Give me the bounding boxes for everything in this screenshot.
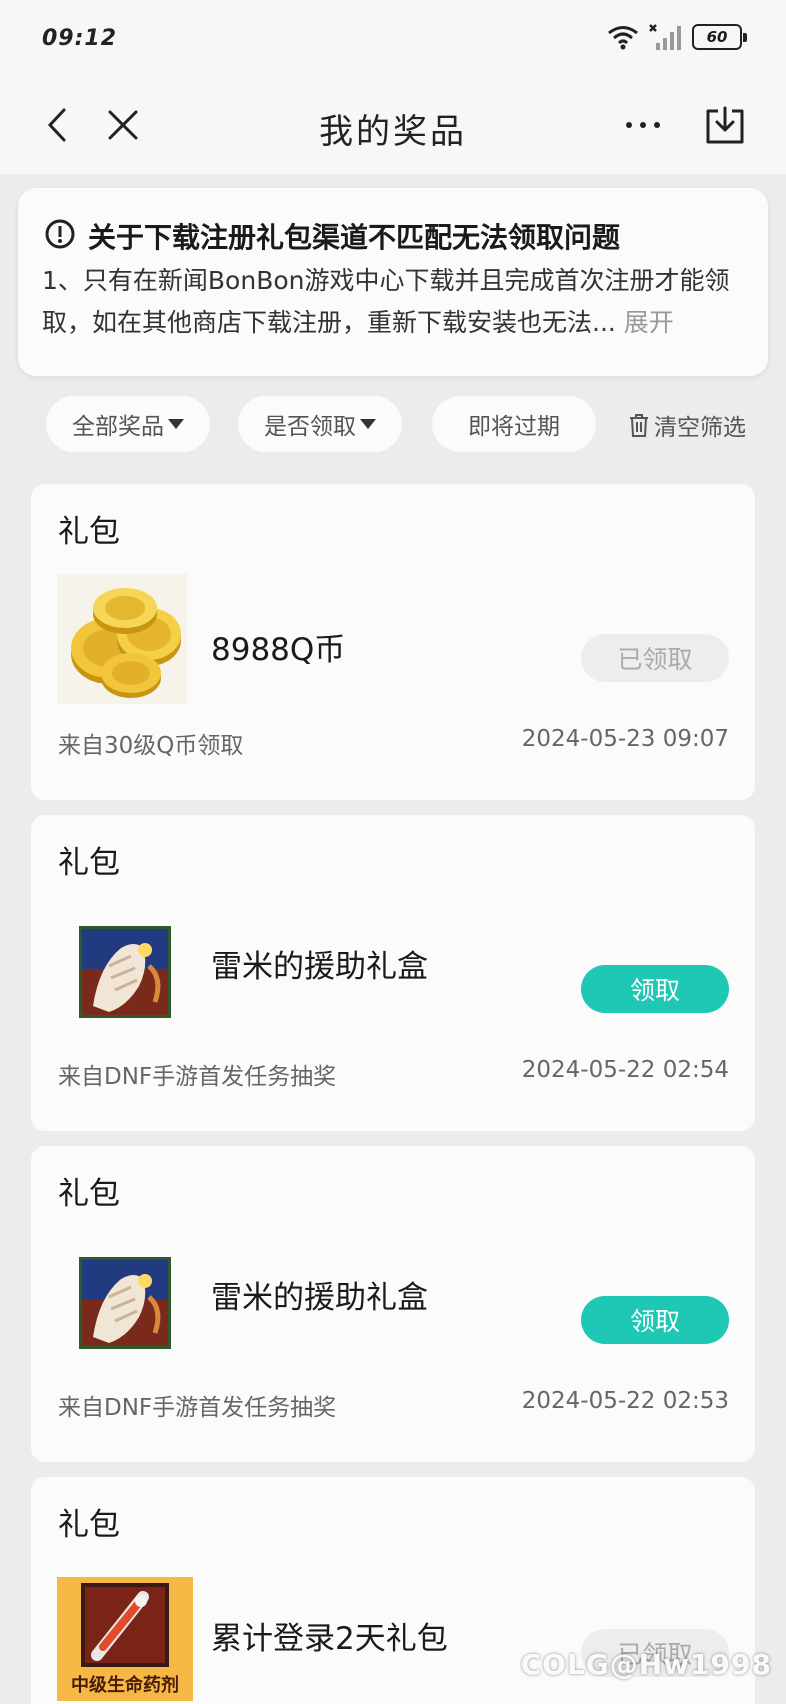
prize-card: 礼包 雷米的援助礼盒 领取 来自DNF手游首发任务抽奖 2024-05-22 0… <box>31 815 755 1131</box>
trash-icon <box>630 414 648 437</box>
card-category: 礼包 <box>58 845 120 881</box>
prize-source: 来自DNF手游首发任务抽奖 <box>58 1395 337 1421</box>
prize-card: 礼包 雷米的援助礼盒 领取 来自DNF手游首发任务抽奖 2024-05-22 0… <box>31 1146 755 1462</box>
battery-level: 60 <box>706 28 728 46</box>
prize-name: 累计登录2天礼包 <box>211 1621 448 1657</box>
nav-bar: 我的奖品 <box>0 86 786 166</box>
filter-claimed[interactable]: 是否领取 <box>238 396 402 452</box>
prize-name: 雷米的援助礼盒 <box>211 949 428 985</box>
prize-name: 8988Q币 <box>211 632 346 668</box>
page-title: 我的奖品 <box>319 112 467 152</box>
prize-date: 2024-05-22 02:53 <box>521 1388 729 1414</box>
caret-down-icon <box>360 419 376 429</box>
card-category: 礼包 <box>58 1176 120 1212</box>
notice-body: 1、只有在新闻BonBon游戏中心下载并且完成首次注册才能领取，如在其他商店下载… <box>42 260 752 344</box>
filter-expiring[interactable]: 即将过期 <box>432 396 596 452</box>
expand-link[interactable]: 展开 <box>624 308 674 337</box>
filter-claimed-label: 是否领取 <box>264 414 356 440</box>
watermark: COLG@Hw1998 <box>520 1648 772 1681</box>
download-icon <box>706 106 744 144</box>
status-time: 09:12 <box>42 26 118 51</box>
wifi-icon <box>608 26 638 50</box>
prize-name: 雷米的援助礼盒 <box>211 1280 428 1316</box>
caret-down-icon <box>168 419 184 429</box>
prize-source: 来自DNF手游首发任务抽奖 <box>58 1064 337 1090</box>
prize-date: 2024-05-22 02:54 <box>521 1057 729 1083</box>
claimed-button[interactable]: 已领取 <box>581 634 729 682</box>
notice-card[interactable]: 关于下载注册礼包渠道不匹配无法领取问题 1、只有在新闻BonBon游戏中心下载并… <box>18 188 768 376</box>
battery-icon: 60 <box>692 24 747 50</box>
prize-source: 来自30级Q币领取 <box>58 733 244 759</box>
info-icon <box>45 219 75 249</box>
status-icons: 60 <box>606 22 747 52</box>
claim-button[interactable]: 领取 <box>581 1296 729 1344</box>
card-category: 礼包 <box>58 1507 120 1543</box>
more-icon <box>626 122 660 128</box>
filter-all-prizes[interactable]: 全部奖品 <box>46 396 210 452</box>
prize-date: 2024-05-23 09:07 <box>521 726 729 752</box>
download-button[interactable] <box>700 100 750 150</box>
gift-box-image <box>79 926 171 1018</box>
more-button[interactable] <box>618 100 668 150</box>
potion-label: 中级生命药剂 <box>71 1675 179 1696</box>
prize-card: 礼包 8988Q币 已领取 来自30级Q币领取 2024-05-23 09:07 <box>31 484 755 800</box>
filter-expiring-label: 即将过期 <box>468 414 560 440</box>
potion-image: 中级生命药剂 <box>57 1577 193 1701</box>
signal-icon <box>649 24 681 50</box>
filter-all-prizes-label: 全部奖品 <box>72 414 164 440</box>
gift-box-image <box>79 1257 171 1349</box>
clear-filter-label: 清空筛选 <box>654 415 746 441</box>
q-coin-image <box>57 574 187 704</box>
card-category: 礼包 <box>58 514 120 550</box>
notice-title: 关于下载注册礼包渠道不匹配无法领取问题 <box>88 221 621 254</box>
top-bar: 09:12 60 我的奖品 <box>0 0 786 174</box>
filter-bar: 全部奖品 是否领取 即将过期 清空筛选 <box>0 396 786 452</box>
clear-filter-button[interactable]: 清空筛选 <box>628 408 746 442</box>
claim-button[interactable]: 领取 <box>581 965 729 1013</box>
